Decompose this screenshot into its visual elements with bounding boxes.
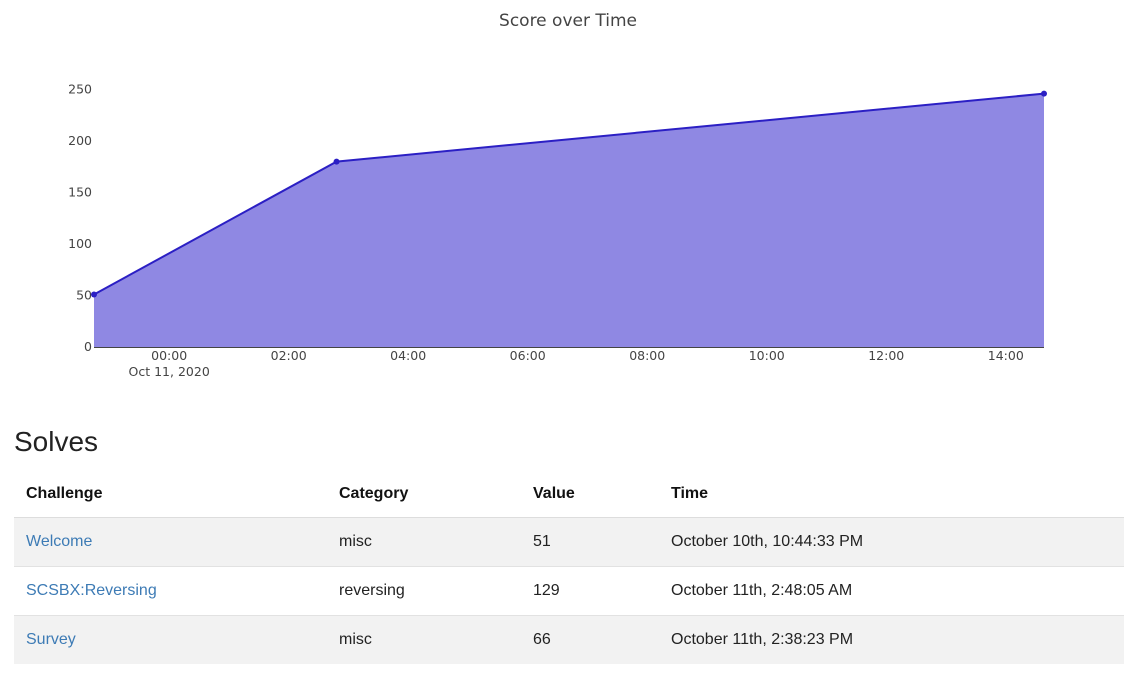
score-chart: Score over Time 0 50 100 150 200 250 00:00Oct … [68,11,1047,379]
challenge-link-welcome[interactable]: Welcome [26,533,92,550]
y-tick-label: 200 [68,133,92,148]
challenge-cell: SCSBX:Reversing [14,566,327,616]
value-cell: 66 [521,615,659,664]
y-tick-label: 0 [84,339,92,354]
table-row: Survey misc 66 October 11th, 2:38:23 PM [14,615,1124,664]
category-cell: misc [327,517,521,567]
table-header-row: Challenge Category Value Time [14,470,1124,518]
x-tick-label: 06:00 [510,348,546,363]
y-tick-label: 250 [68,82,92,97]
column-header-time: Time [659,470,1124,518]
challenge-link-scsbx-reversing[interactable]: SCSBX:Reversing [26,582,157,599]
plot-area: 0 50 100 150 200 250 00:00Oct 11, 2020 02:00 04:… [68,82,1047,379]
time-cell: October 10th, 10:44:33 PM [659,517,1124,567]
time-cell: October 11th, 2:38:23 PM [659,615,1124,664]
value-cell: 51 [521,517,659,567]
solves-heading: Solves [14,426,99,457]
y-tick-label: 100 [68,236,92,251]
x-tick-label: 04:00 [390,348,426,363]
x-tick-label: 00:00 [151,348,187,363]
chart-title: Score over Time [499,11,637,31]
column-header-value: Value [521,470,659,518]
value-cell: 129 [521,566,659,616]
column-header-category: Category [327,470,521,518]
category-cell: reversing [327,566,521,616]
table-row: SCSBX:Reversing reversing 129 October 11… [14,566,1124,616]
data-point [1041,90,1047,97]
y-tick-label: 150 [68,185,92,200]
table-row: Welcome misc 51 October 10th, 10:44:33 P… [14,517,1124,567]
x-tick-label: 12:00 [868,348,904,363]
time-cell: October 11th, 2:48:05 AM [659,566,1124,616]
x-tick-label: 10:00 [749,348,785,363]
data-point [333,158,340,165]
solves-table: Challenge Category Value Time Welcome mi… [14,470,1124,664]
challenge-link-survey[interactable]: Survey [26,631,76,648]
challenge-cell: Survey [14,615,327,664]
category-cell: misc [327,615,521,664]
column-header-challenge: Challenge [14,470,327,518]
y-tick-label: 50 [76,288,92,303]
x-tick-label: 08:00 [629,348,665,363]
area-fill [94,93,1044,348]
challenge-cell: Welcome [14,517,327,567]
x-tick-label: 02:00 [271,348,307,363]
x-tick-sublabel: Oct 11, 2020 [129,364,210,379]
x-tick-label: 14:00 [988,348,1024,363]
